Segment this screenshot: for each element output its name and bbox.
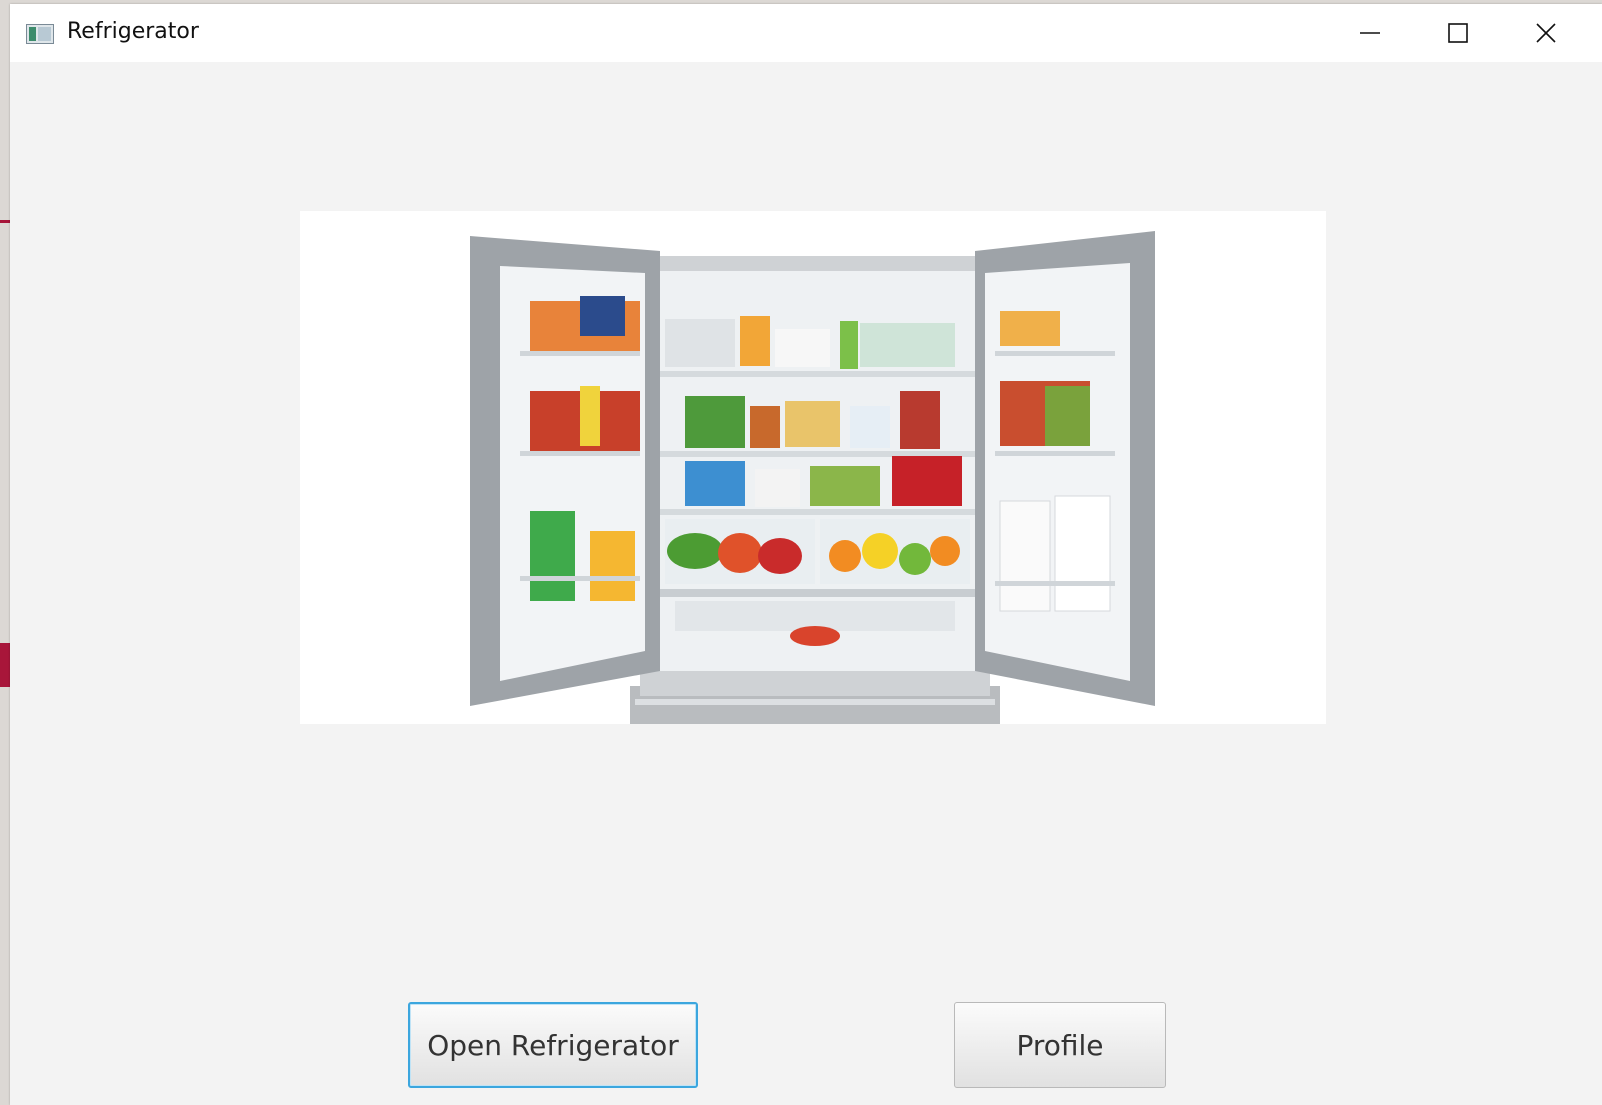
open-refrigerator-button[interactable]: Open Refrigerator — [408, 1002, 698, 1088]
maximize-icon — [1448, 23, 1468, 43]
window-title: Refrigerator — [67, 19, 199, 44]
refrigerator-image — [300, 211, 1326, 724]
profile-button[interactable]: Profile — [954, 1002, 1166, 1088]
title-bar: Refrigerator — [10, 4, 1602, 62]
minimize-icon — [1360, 32, 1380, 34]
maximize-button[interactable] — [1418, 4, 1498, 62]
close-button[interactable] — [1506, 4, 1586, 62]
app-window: Refrigerator Open Refrigerator Profile — [10, 4, 1602, 1105]
minimize-button[interactable] — [1330, 4, 1410, 62]
app-icon — [26, 24, 54, 44]
close-icon — [1536, 23, 1556, 43]
